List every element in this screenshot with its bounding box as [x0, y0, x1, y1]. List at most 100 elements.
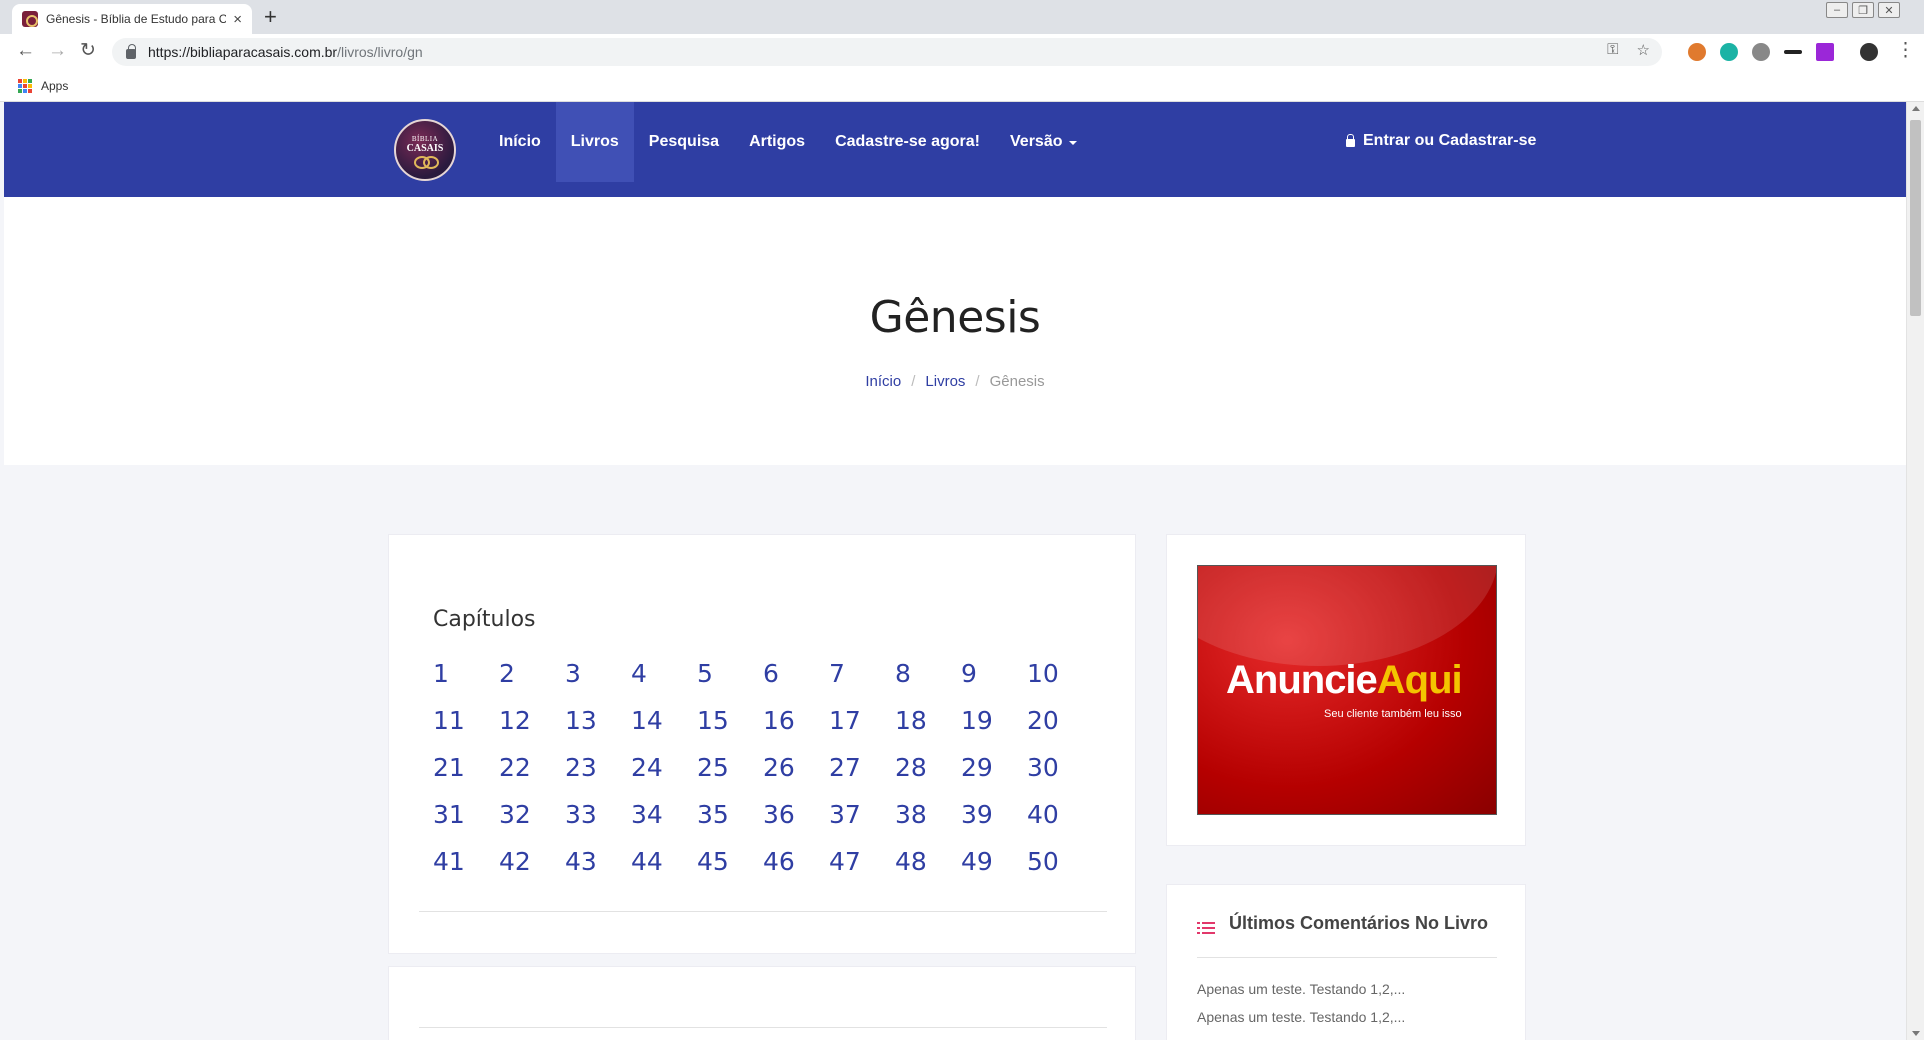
chapter-link[interactable]: 34	[631, 800, 697, 847]
chapter-link[interactable]: 6	[763, 659, 829, 706]
forward-button[interactable]: →	[48, 41, 67, 61]
lock-icon	[1346, 134, 1355, 147]
chapter-link[interactable]: 47	[829, 847, 895, 894]
ad-tagline: Seu cliente também leu isso	[1324, 708, 1462, 720]
chapter-link[interactable]: 27	[829, 753, 895, 800]
chapter-link[interactable]: 16	[763, 706, 829, 753]
breadcrumb-livros[interactable]: Livros	[925, 373, 965, 390]
chapter-link[interactable]: 5	[697, 659, 763, 706]
chapter-link[interactable]: 13	[565, 706, 631, 753]
restore-button[interactable]: ❐	[1852, 2, 1874, 18]
chapter-link[interactable]: 44	[631, 847, 697, 894]
extension-1-icon[interactable]	[1688, 43, 1706, 61]
close-window-button[interactable]: ✕	[1878, 2, 1900, 18]
chapter-link[interactable]: 2	[499, 659, 565, 706]
login-link[interactable]: Entrar ou Cadastrar-se	[1346, 132, 1536, 150]
chapter-link[interactable]: 35	[697, 800, 763, 847]
chapter-link[interactable]: 26	[763, 753, 829, 800]
chapter-link[interactable]: 38	[895, 800, 961, 847]
chapter-link[interactable]: 11	[433, 706, 499, 753]
tab-close-icon[interactable]: ×	[233, 12, 242, 27]
chapter-link[interactable]: 28	[895, 753, 961, 800]
chapter-link[interactable]: 43	[565, 847, 631, 894]
browser-tab[interactable]: Gênesis - Bíblia de Estudo para Casais ×	[12, 4, 252, 34]
bookmark-star-icon[interactable]: ☆	[1637, 41, 1650, 59]
chapter-link[interactable]: 32	[499, 800, 565, 847]
password-key-icon[interactable]: ⚿	[1607, 41, 1618, 59]
menu-item-versao[interactable]: Versão	[995, 102, 1091, 182]
chapter-link[interactable]: 8	[895, 659, 961, 706]
breadcrumb-current: Gênesis	[989, 373, 1045, 390]
menu-item-artigos[interactable]: Artigos	[734, 102, 820, 182]
chapter-link[interactable]: 45	[697, 847, 763, 894]
extension-2-icon[interactable]	[1720, 43, 1738, 61]
chapter-link[interactable]: 39	[961, 800, 1027, 847]
chapter-grid: 1 2 3 4 5 6 7 8 9 10 11 12 13 14 15 16 17 18 19 20 21 22 23 24 2…	[433, 659, 1093, 894]
window-controls: – ❐ ✕	[1826, 2, 1900, 18]
browser-menu-icon[interactable]: ⋮	[1896, 41, 1915, 61]
comment-item[interactable]: Apenas um teste. Testando 1,2,...	[1197, 1009, 1405, 1025]
ad-headline: AnuncieAqui	[1226, 658, 1463, 703]
site-favicon-icon	[22, 11, 38, 27]
chapter-link[interactable]: 9	[961, 659, 1027, 706]
extension-3-icon[interactable]	[1752, 43, 1770, 61]
apps-grid-icon[interactable]	[18, 79, 32, 93]
chapter-link[interactable]: 42	[499, 847, 565, 894]
chapter-link[interactable]: 22	[499, 753, 565, 800]
chapter-link[interactable]: 19	[961, 706, 1027, 753]
scrollbar-thumb[interactable]	[1910, 120, 1921, 316]
secure-lock-icon[interactable]	[126, 44, 136, 59]
chapter-link[interactable]: 31	[433, 800, 499, 847]
chapter-link[interactable]: 40	[1027, 800, 1093, 847]
chapter-link[interactable]: 17	[829, 706, 895, 753]
chapter-link[interactable]: 48	[895, 847, 961, 894]
chapter-link[interactable]: 33	[565, 800, 631, 847]
page-scrollbar[interactable]	[1906, 102, 1924, 1040]
chapter-link[interactable]: 49	[961, 847, 1027, 894]
chapter-link[interactable]: 14	[631, 706, 697, 753]
reload-button[interactable]: ↻	[80, 41, 96, 61]
chapter-link[interactable]: 46	[763, 847, 829, 894]
profile-avatar[interactable]	[1860, 43, 1878, 61]
extension-4-icon[interactable]	[1784, 50, 1802, 54]
chapter-link[interactable]: 10	[1027, 659, 1093, 706]
chapter-link[interactable]: 50	[1027, 847, 1093, 894]
menu-item-inicio[interactable]: Início	[484, 102, 556, 182]
chapter-link[interactable]: 29	[961, 753, 1027, 800]
extension-5-icon[interactable]	[1816, 43, 1834, 61]
address-bar[interactable]: https://bibliaparacasais.com.br /livros/…	[112, 38, 1662, 66]
chapter-link[interactable]: 15	[697, 706, 763, 753]
chapter-link[interactable]: 41	[433, 847, 499, 894]
chapter-link[interactable]: 12	[499, 706, 565, 753]
chapter-link[interactable]: 20	[1027, 706, 1093, 753]
chapter-link[interactable]: 4	[631, 659, 697, 706]
chapter-link[interactable]: 21	[433, 753, 499, 800]
apps-bookmark[interactable]: Apps	[41, 79, 68, 93]
site-logo[interactable]: BÍBLIA CASAIS	[394, 119, 456, 181]
menu-item-cadastre-se[interactable]: Cadastre-se agora!	[820, 102, 995, 182]
chapter-link[interactable]: 25	[697, 753, 763, 800]
scroll-up-icon[interactable]	[1912, 106, 1920, 111]
list-icon	[1197, 921, 1215, 935]
breadcrumb-inicio[interactable]: Início	[865, 373, 901, 390]
chapter-link[interactable]: 30	[1027, 753, 1093, 800]
ad-banner[interactable]: AnuncieAqui Seu cliente também leu isso	[1197, 565, 1497, 815]
chapter-link[interactable]: 37	[829, 800, 895, 847]
menu-item-pesquisa[interactable]: Pesquisa	[634, 102, 734, 182]
minimize-button[interactable]: –	[1826, 2, 1848, 18]
chapter-link[interactable]: 24	[631, 753, 697, 800]
logo-text-top: BÍBLIA	[411, 134, 439, 143]
chapter-link[interactable]: 18	[895, 706, 961, 753]
scroll-down-icon[interactable]	[1912, 1031, 1920, 1036]
chapter-link[interactable]: 23	[565, 753, 631, 800]
caret-down-icon	[1068, 141, 1077, 145]
back-button[interactable]: ←	[16, 41, 35, 61]
new-tab-button[interactable]: +	[264, 6, 277, 28]
chapter-link[interactable]: 3	[565, 659, 631, 706]
comments-heading: Últimos Comentários No Livro	[1229, 913, 1489, 933]
menu-item-livros[interactable]: Livros	[555, 102, 634, 182]
chapter-link[interactable]: 1	[433, 659, 499, 706]
chapter-link[interactable]: 36	[763, 800, 829, 847]
chapter-link[interactable]: 7	[829, 659, 895, 706]
comment-item[interactable]: Apenas um teste. Testando 1,2,...	[1197, 981, 1405, 997]
